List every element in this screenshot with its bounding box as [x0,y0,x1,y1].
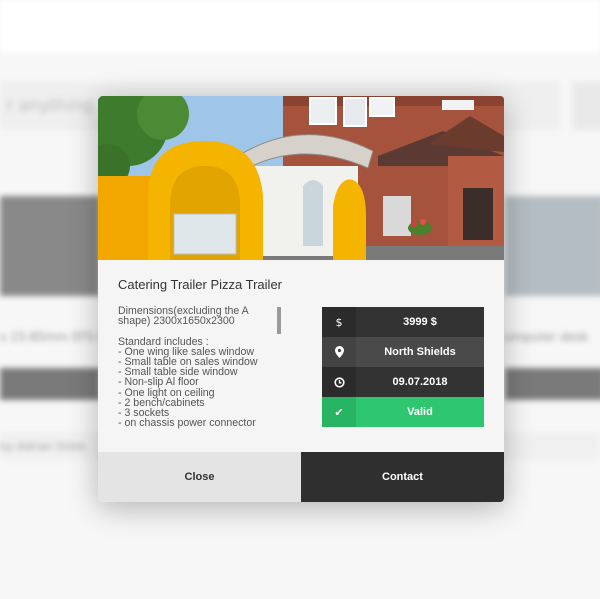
contact-button[interactable]: Contact [301,452,504,502]
location-row: North Shields [322,337,484,367]
location-pin-icon [322,337,356,367]
check-icon: ✔ [322,397,356,427]
dollar-icon: $ [322,307,356,337]
close-button[interactable]: Close [98,452,301,502]
listing-photo [98,96,504,260]
listing-modal: Catering Trailer Pizza Trailer Dimension… [98,96,504,502]
date-row: 09.07.2018 [322,367,484,397]
listing-title: Catering Trailer Pizza Trailer [118,277,282,292]
price-value: 3999 $ [356,307,484,337]
status-row: ✔ Valid [322,397,484,427]
listing-info-panel: $ 3999 $ North Shields 09.07.2018 ✔ Vali… [322,307,484,427]
clock-icon [322,367,356,397]
description-scrollbar[interactable] [277,307,281,334]
listing-description: Dimensions(excluding the A shape) 2300x1… [118,306,258,430]
date-value: 09.07.2018 [356,367,484,397]
price-row: $ 3999 $ [322,307,484,337]
status-value: Valid [356,397,484,427]
location-value: North Shields [356,337,484,367]
